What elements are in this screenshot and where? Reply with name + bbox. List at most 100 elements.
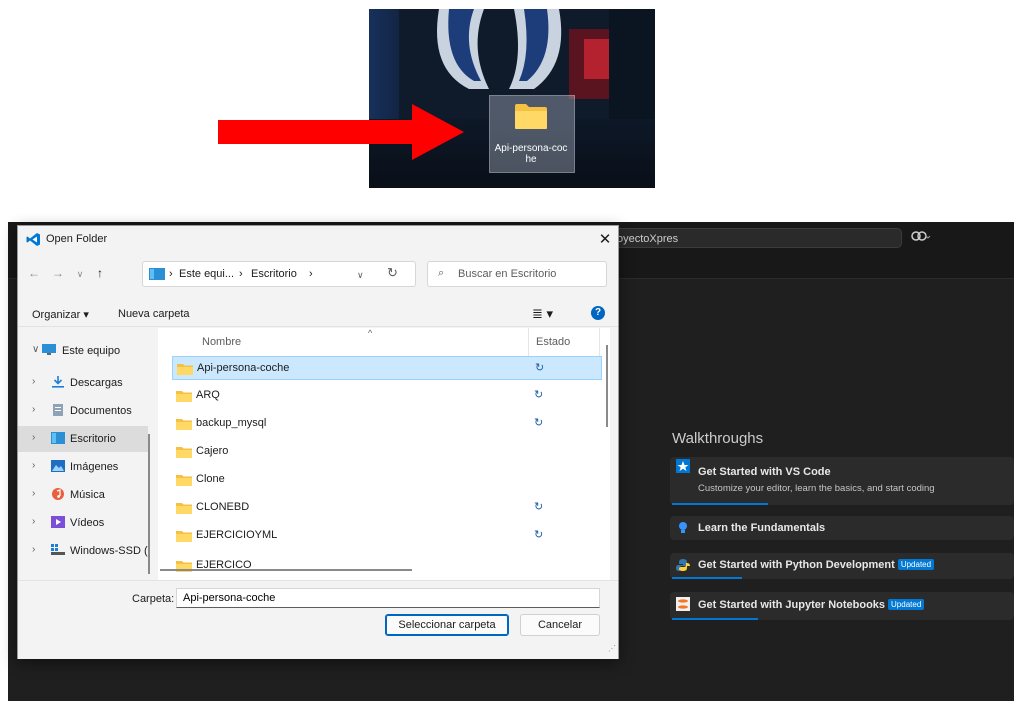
forward-arrow-icon[interactable]: → [50,266,66,280]
address-dropdown-chevron-icon[interactable]: ∨ [357,270,364,281]
chevron-right-icon: › [32,544,36,555]
file-row[interactable]: Clone [172,468,602,492]
updated-badge: Updated [897,559,935,570]
new-folder-button[interactable]: Nueva carpeta [118,308,190,320]
copilot-icon[interactable] [910,230,942,246]
folder-label: Carpeta: [132,593,175,605]
column-header-status[interactable]: Estado [536,336,570,348]
chevron-right-icon: › [32,404,36,415]
file-name: Cajero [196,445,229,457]
walkthrough-python[interactable]: Get Started with Python Development Updat… [670,553,1014,579]
walkthrough-title-text: Get Started with Jupyter Notebooks [698,599,886,611]
file-name: Clone [196,473,225,485]
walkthrough-title: Get Started with VS Code [698,466,831,478]
address-bar[interactable]: › Este equi... › Escritorio › ∨ ↻ [142,261,416,287]
nav-item-documentos[interactable]: › Documentos [18,398,148,424]
nav-scrollbar[interactable] [148,434,150,574]
breadcrumb-este-equipo[interactable]: Este equi... [179,268,234,280]
search-input[interactable]: ⌕ Buscar en Escritorio [427,261,607,287]
file-name: ARQ [196,389,220,401]
folder-icon [176,419,192,430]
folder-name-field[interactable] [176,588,600,608]
nav-item-label: Documentos [70,405,132,417]
nav-item-label: Este equipo [62,345,121,357]
back-arrow-icon[interactable]: ← [26,266,42,280]
sync-icon: ↻ [534,501,544,513]
nav-item-label: Windows-SSD ( [70,545,148,557]
chevron-right-icon: › [32,432,36,443]
drive-icon [51,544,65,555]
download-icon [52,376,64,388]
file-list: Nombre ^ Estado Api-persona-coche ↻ ARQ … [158,328,610,580]
refresh-icon[interactable]: ↻ [387,265,398,281]
organize-menu[interactable]: Organizar ▾ [32,308,89,321]
desktop-location-icon [149,268,165,280]
horizontal-scrollbar[interactable] [160,569,412,571]
search-placeholder: Buscar en Escritorio [458,268,557,280]
column-separator[interactable] [528,328,529,356]
sync-icon: ↻ [534,389,544,401]
nav-item-label: Imágenes [70,461,119,473]
column-header-name[interactable]: Nombre [202,336,241,348]
dialog-title-bar [18,226,618,252]
file-name: backup_mysql [196,417,267,429]
walkthrough-progress [672,503,768,505]
folder-icon[interactable] [514,102,548,130]
recent-locations-chevron-icon[interactable]: ∨ [72,269,88,280]
nav-item-imagenes[interactable]: › Imágenes [18,454,148,480]
vscode-logo-icon [26,233,40,246]
walkthrough-title: Learn the Fundamentals [698,522,826,534]
sort-ascending-icon: ^ [368,328,373,338]
resize-grip-icon[interactable]: ⋰ [608,644,616,653]
file-row[interactable]: ARQ ↻ [172,384,602,408]
file-row[interactable]: backup_mysql ↻ [172,412,602,436]
file-row[interactable]: Api-persona-coche ↻ [172,356,602,380]
desktop-screenshot: Api-persona-coc he [369,9,655,188]
python-icon [676,559,690,571]
walkthrough-vscode[interactable]: Get Started with VS Code Customize your … [670,457,1014,505]
walkthrough-jupyter[interactable]: Get Started with Jupyter Notebooks Update… [670,592,1014,620]
nav-item-musica[interactable]: › Música [18,482,148,508]
breadcrumb-separator: › [309,268,313,280]
help-icon[interactable]: ? [591,306,605,320]
nav-item-videos[interactable]: › Vídeos [18,510,148,536]
file-row[interactable]: EJERCICO [172,554,602,578]
documents-icon [53,404,63,416]
updated-badge: Updated [888,599,925,610]
command-center-search[interactable]: oyectoXpres [604,228,902,248]
chevron-right-icon: › [32,376,36,387]
walkthrough-progress [672,618,758,620]
music-icon [52,488,64,500]
walkthrough-title: Get Started with Python Development Updat… [698,559,935,571]
file-row[interactable]: Cajero [172,440,602,464]
nav-item-label: Descargas [70,377,123,389]
sync-icon: ↻ [534,529,544,541]
chevron-right-icon: › [32,516,36,527]
desktop-folder-label[interactable]: Api-persona-coc he [491,143,571,165]
folder-icon [176,531,192,542]
folder-icon [176,475,192,486]
walkthrough-fundamentals[interactable]: Learn the Fundamentals [670,516,1014,540]
view-options-icon[interactable]: ≣ ▾ [532,306,553,322]
up-arrow-icon[interactable]: ↑ [92,266,108,280]
walkthrough-title-text: Get Started with Python Development [698,559,895,571]
pictures-icon [51,460,65,472]
nav-item-descargas[interactable]: › Descargas [18,370,148,396]
sync-icon: ↻ [534,417,544,429]
select-folder-button[interactable]: Seleccionar carpeta [385,614,509,636]
file-row[interactable]: EJERCICIOYML ↻ [172,524,602,548]
nav-item-este-equipo[interactable]: ∨ Este equipo [18,338,148,364]
column-separator[interactable] [599,328,600,356]
file-row[interactable]: CLONEBD ↻ [172,496,602,520]
nav-item-windows-ssd[interactable]: › Windows-SSD ( [18,538,148,564]
close-icon[interactable]: ✕ [596,230,614,248]
folder-icon [176,391,192,402]
navigation-pane: ∨ Este equipo › Descargas › Documentos ›… [18,328,148,580]
desktop-icon [51,432,65,444]
breadcrumb-escritorio[interactable]: Escritorio [251,268,297,280]
folder-icon [176,447,192,458]
lightbulb-icon [679,522,687,533]
vertical-scrollbar[interactable] [606,345,608,427]
cancel-button[interactable]: Cancelar [520,614,600,636]
nav-item-escritorio[interactable]: › Escritorio [18,426,148,452]
